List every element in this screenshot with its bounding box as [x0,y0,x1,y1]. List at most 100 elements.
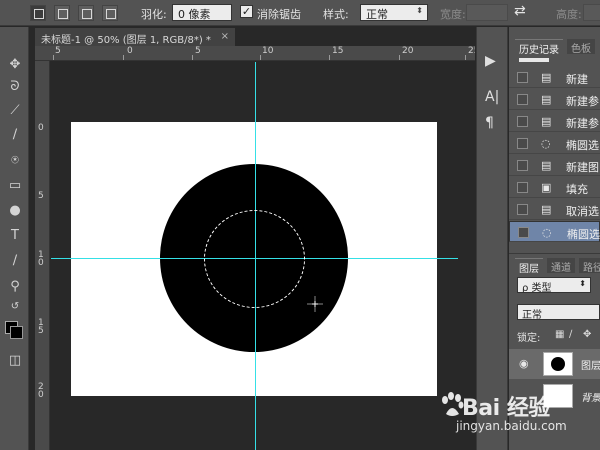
ruler-number: 5 [38,191,44,201]
lasso-tool-icon[interactable]: ᘐ [4,77,26,97]
history-checkbox[interactable] [517,182,528,193]
document-icon: ▤ [541,71,552,84]
character-panel-icon[interactable]: A| [485,89,499,105]
background-color-swatch[interactable] [10,326,23,339]
style-select[interactable]: 正常 ⬍ [360,4,428,21]
lock-brush-icon[interactable]: ∕ [569,329,572,340]
history-item-label: 新建 [566,73,588,86]
history-item-label: 新建参 [566,117,599,130]
document-tab-title: 未标题-1 @ 50% (图层 1, RGB/8*) * [41,35,211,46]
paragraph-panel-icon[interactable]: ¶ [485,115,494,131]
document-tab[interactable]: 未标题-1 @ 50% (图层 1, RGB/8*) * × [35,28,235,46]
ruler-number: 15 [332,46,344,56]
history-checkbox[interactable] [517,160,528,171]
feather-input[interactable]: 0 像素 [172,4,232,21]
document-icon: ▤ [541,115,552,128]
tab-layers[interactable]: 图层 [515,258,543,275]
tab-history[interactable]: 历史记录 [515,39,563,56]
baidu-jingyan-watermark: Bai 经验 jingyan.baidu.com [426,388,600,448]
history-item[interactable]: ▤ 取消选 [509,199,600,220]
crosshair-cursor-icon [307,296,323,312]
width-input[interactable] [466,4,508,21]
panel-divider [509,253,600,254]
history-checkbox[interactable] [517,72,528,83]
history-item-label: 椭圆选 [567,228,600,241]
ruler-number: 5 [195,46,201,56]
ruler-number: 0 [127,46,133,56]
antialias-checkbox[interactable]: ✓ [240,5,253,18]
eye-visibility-icon[interactable]: ◉ [519,357,529,370]
height-input[interactable] [583,4,600,21]
horizontal-ruler[interactable]: 5 0 5 10 15 20 25 [35,46,475,61]
history-item[interactable]: ▣ 填充 [509,177,600,198]
ruler-number: 5 [55,46,61,56]
style-label: 样式: [323,8,349,21]
layer-name: 图层 [581,361,600,372]
move-tool-icon[interactable]: ✥ [4,55,26,75]
stamp-tool-icon[interactable]: ⍟ [4,151,26,171]
blend-mode-select[interactable]: 正常 [517,304,600,320]
eyedropper-tool-icon[interactable]: ⟋ [4,101,26,121]
history-item[interactable]: ▤ 新建图 [509,155,600,176]
options-bar: 羽化: 0 像素 ✓ 消除锯齿 样式: 正常 ⬍ 宽度: ⇄ 高度: [0,0,600,26]
line-tool-icon[interactable]: ∕ [4,251,26,271]
history-item-label: 椭圆选 [566,139,599,152]
ellipse-select-icon: ◌ [542,226,552,239]
new-selection-mode-button[interactable] [30,5,46,21]
history-item[interactable]: ▤ 新建参 [509,111,600,132]
watermark-url: jingyan.baidu.com [456,419,567,433]
ruler-number: 1 0 [38,250,44,268]
vertical-ruler[interactable]: 0 5 1 0 1 5 2 0 [35,61,50,450]
swap-colors-icon[interactable]: ↺ [4,297,26,317]
baidu-paw-logo-icon [442,392,464,416]
right-panels: 历史记录 色板 ▤ 新建 ▤ 新建参 ▤ 新建参 ◌ 椭圆选 ▤ 新建图 ▣ 填… [509,27,600,450]
feather-label: 羽化: [141,8,167,21]
subtract-selection-mode-button[interactable] [78,5,94,21]
close-icon[interactable]: × [221,31,229,42]
ruler-number: 10 [262,46,274,56]
play-action-icon[interactable]: ▶ [485,53,496,69]
style-select-value: 正常 [366,8,388,21]
history-checkbox[interactable] [517,94,528,105]
layer-filter-value: ρ 类型 [522,283,552,293]
tab-swatches[interactable]: 色板 [567,39,595,55]
quick-mask-icon[interactable]: ◫ [4,351,26,371]
history-checkbox[interactable] [517,116,528,127]
history-item-label: 新建参 [566,95,599,108]
add-selection-mode-button[interactable] [54,5,70,21]
elliptical-selection-marquee[interactable] [204,210,305,308]
history-snapshot-bar [519,58,549,62]
tab-channels[interactable]: 通道 [547,258,575,274]
history-item[interactable]: ◌ 椭圆选 [509,133,600,154]
history-item-selected[interactable]: ◌ 椭圆选 [509,221,600,242]
gradient-tool-icon[interactable]: ▭ [4,176,26,196]
history-checkbox[interactable] [517,204,528,215]
layer-row[interactable]: ◉ 图层 [509,349,600,379]
layer-filter-select[interactable]: ρ 类型 ⬍ [517,277,591,293]
lock-move-icon[interactable]: ✥ [583,329,591,340]
tab-paths[interactable]: 路径 [579,258,600,274]
fill-icon: ▣ [541,181,552,194]
burn-tool-icon[interactable]: ● [4,201,26,221]
chevron-updown-icon: ⬍ [416,6,423,15]
chevron-updown-icon: ⬍ [579,279,586,288]
height-label: 高度: [556,8,582,21]
history-checkbox[interactable] [518,227,529,238]
type-tool-icon[interactable]: T [4,226,26,246]
history-checkbox[interactable] [517,138,528,149]
lock-transparency-icon[interactable]: ▦ [555,329,564,340]
tools-panel: ✥ ᘐ ⟋ ∕ ⍟ ▭ ● T ∕ ⚲ ↺ ◫ [0,27,29,450]
ruler-number: 20 [402,46,414,56]
zoom-tool-icon[interactable]: ⚲ [4,277,26,297]
history-item[interactable]: ▤ 新建参 [509,89,600,110]
swap-icon[interactable]: ⇄ [514,3,526,19]
watermark-brand: Bai 经验 [462,396,550,421]
brush-tool-icon[interactable]: ∕ [4,125,26,145]
intersect-selection-mode-button[interactable] [102,5,118,21]
document-icon: ▤ [541,159,552,172]
history-item-label: 填充 [566,183,588,196]
history-item[interactable]: ▤ 新建 [509,67,600,88]
ruler-number: 0 [38,123,44,133]
history-item-label: 取消选 [566,205,599,218]
width-label: 宽度: [440,8,466,21]
